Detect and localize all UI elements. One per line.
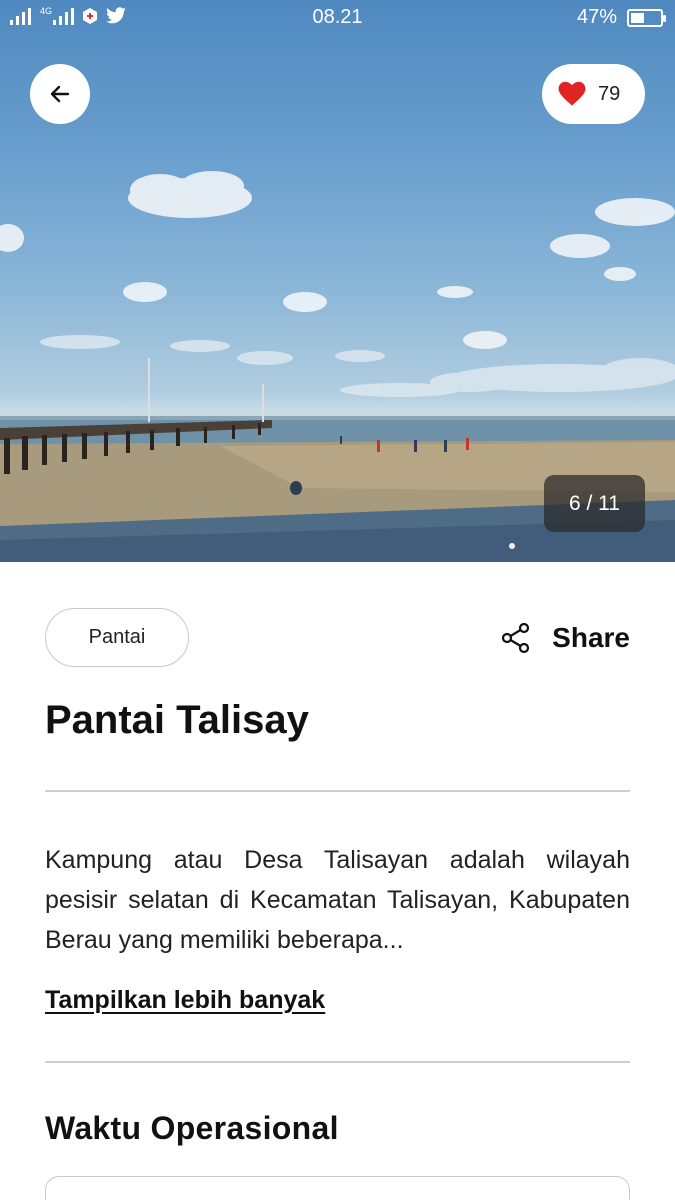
hero-image[interactable]: 4G 08.21 47% 79 6 / 11 xyxy=(0,0,675,562)
battery-icon xyxy=(627,8,666,27)
battery-fill xyxy=(631,12,644,23)
divider-bottom xyxy=(45,1061,630,1063)
heart-icon xyxy=(558,81,586,106)
back-button[interactable] xyxy=(30,64,90,124)
arrow-left-icon xyxy=(50,85,70,103)
favorite-count: 79 xyxy=(598,82,621,105)
favorite-button[interactable]: 79 xyxy=(542,64,645,124)
status-bar: 4G 08.21 47% xyxy=(0,0,675,34)
battery-percent: 47% xyxy=(576,6,617,28)
operating-hours-card[interactable] xyxy=(45,1176,630,1200)
show-more-link[interactable]: Tampilkan lebih banyak xyxy=(45,986,325,1015)
category-chip[interactable]: Pantai xyxy=(45,608,189,667)
image-counter: 6 / 11 xyxy=(544,475,645,532)
place-title: Pantai Talisay xyxy=(45,698,309,742)
status-icons-right: 47% xyxy=(576,6,666,29)
share-icon xyxy=(502,622,530,654)
status-time: 08.21 xyxy=(312,6,363,28)
divider-top xyxy=(45,790,630,792)
operating-hours-title: Waktu Operasional xyxy=(45,1110,339,1146)
share-label: Share xyxy=(552,622,630,653)
share-button[interactable]: Share xyxy=(500,622,630,654)
place-description: Kampung atau Desa Talisayan adalah wilay… xyxy=(45,846,630,954)
